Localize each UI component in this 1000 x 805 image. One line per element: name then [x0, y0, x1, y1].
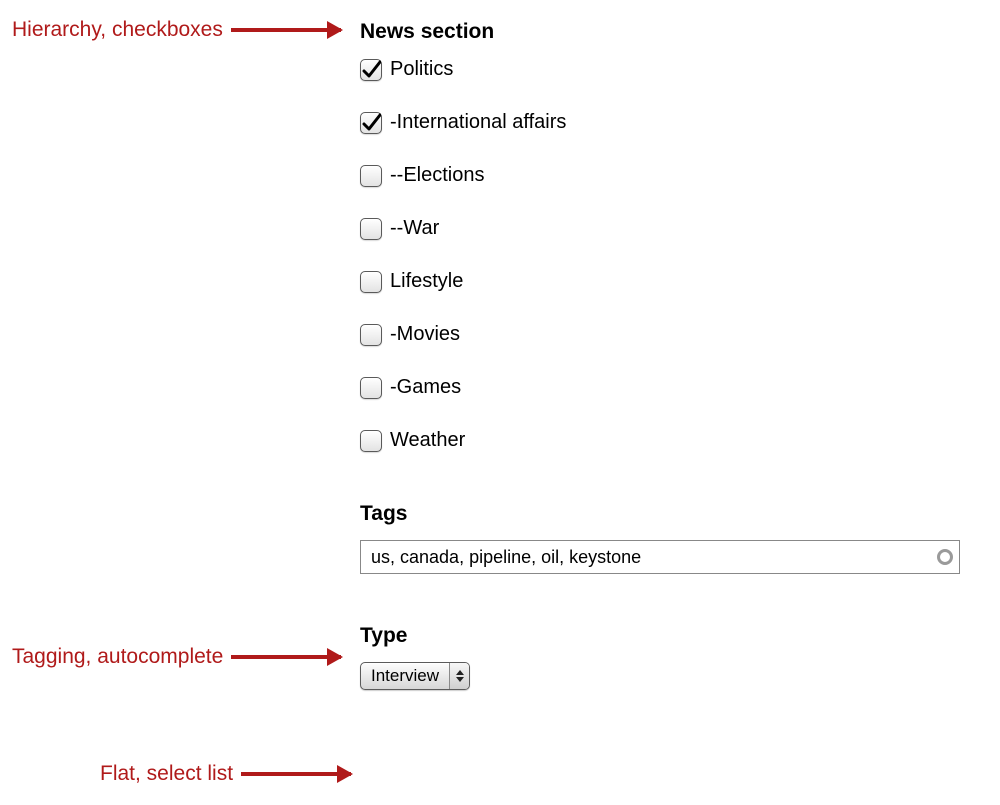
- news-checkbox-list: Politics -International affairs --Electi…: [360, 58, 970, 452]
- tags-input-container: [360, 540, 960, 574]
- checkbox-movies[interactable]: [360, 324, 382, 346]
- arrow-icon: [241, 772, 351, 776]
- annotation-hierarchy: Hierarchy, checkboxes: [12, 18, 341, 42]
- checkbox-lifestyle[interactable]: [360, 271, 382, 293]
- checkbox-label: Lifestyle: [390, 270, 463, 293]
- type-section: Type Interview: [360, 624, 970, 690]
- annotation-hierarchy-text: Hierarchy, checkboxes: [12, 18, 223, 42]
- checkbox-weather[interactable]: [360, 430, 382, 452]
- checkbox-label: -Movies: [390, 323, 460, 346]
- annotation-flat-text: Flat, select list: [100, 762, 233, 786]
- type-select-value: Interview: [361, 663, 449, 689]
- tags-input[interactable]: [369, 546, 937, 569]
- checkbox-row-games: -Games: [360, 376, 970, 399]
- checkbox-elections[interactable]: [360, 165, 382, 187]
- checkmark-icon: [361, 113, 381, 133]
- arrow-icon: [231, 28, 341, 32]
- checkbox-label: -Games: [390, 376, 461, 399]
- checkbox-row-elections: --Elections: [360, 164, 970, 187]
- tags-section: Tags: [360, 502, 970, 574]
- news-section: News section Politics -International aff…: [360, 20, 970, 452]
- checkbox-label: --War: [390, 217, 439, 240]
- checkbox-label: --Elections: [390, 164, 484, 187]
- checkbox-international-affairs[interactable]: [360, 112, 382, 134]
- loading-spinner-icon: [937, 549, 953, 565]
- chevron-down-icon: [456, 677, 464, 682]
- checkbox-row-war: --War: [360, 217, 970, 240]
- checkbox-row-weather: Weather: [360, 429, 970, 452]
- annotation-tagging-text: Tagging, autocomplete: [12, 645, 223, 669]
- checkmark-icon: [361, 60, 381, 80]
- annotation-flat: Flat, select list: [100, 762, 351, 786]
- checkbox-row-international: -International affairs: [360, 111, 970, 134]
- checkbox-label: -International affairs: [390, 111, 566, 134]
- arrow-icon: [231, 655, 341, 659]
- checkbox-label: Politics: [390, 58, 453, 81]
- tags-heading: Tags: [360, 502, 970, 526]
- select-stepper-icon: [449, 663, 469, 689]
- checkbox-politics[interactable]: [360, 59, 382, 81]
- annotation-tagging: Tagging, autocomplete: [12, 645, 341, 669]
- type-select[interactable]: Interview: [360, 662, 470, 690]
- news-section-heading: News section: [360, 20, 970, 44]
- checkbox-row-politics: Politics: [360, 58, 970, 81]
- form-area: News section Politics -International aff…: [360, 20, 970, 690]
- checkbox-war[interactable]: [360, 218, 382, 240]
- checkbox-row-lifestyle: Lifestyle: [360, 270, 970, 293]
- checkbox-games[interactable]: [360, 377, 382, 399]
- type-heading: Type: [360, 624, 970, 648]
- chevron-up-icon: [456, 670, 464, 675]
- checkbox-label: Weather: [390, 429, 465, 452]
- checkbox-row-movies: -Movies: [360, 323, 970, 346]
